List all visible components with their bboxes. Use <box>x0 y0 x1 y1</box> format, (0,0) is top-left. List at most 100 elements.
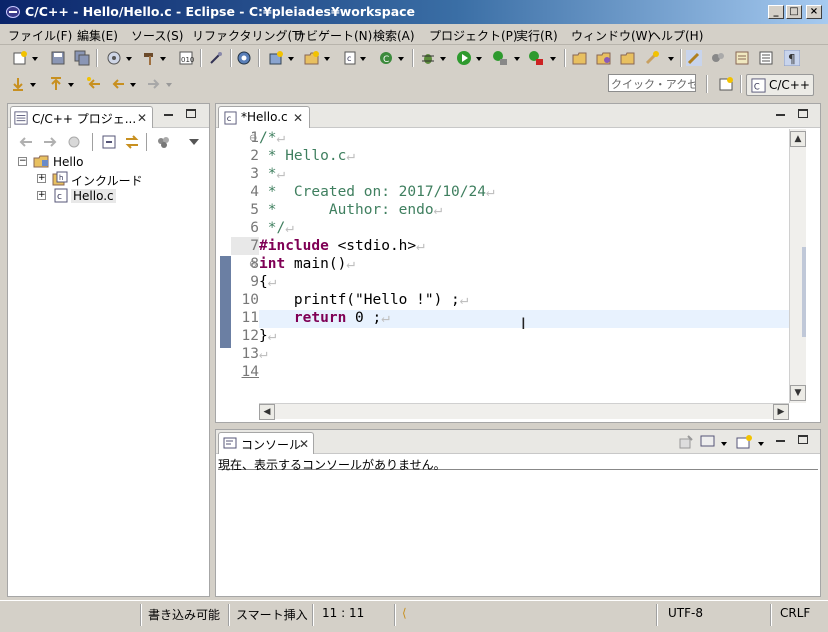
build-config-icon[interactable] <box>106 50 122 66</box>
new-icon[interactable] <box>12 50 28 66</box>
code-text-area[interactable]: /*↵ * Hello.c↵ *↵ * Created on: 2017/10/… <box>259 129 789 395</box>
highlight-pencil-icon[interactable] <box>686 50 702 66</box>
debug-dropdown-icon[interactable] <box>440 57 446 61</box>
minimize-view-icon[interactable] <box>776 114 785 116</box>
build-hammer-icon[interactable] <box>142 50 158 66</box>
menu-file[interactable]: ファイル(F) <box>8 27 72 44</box>
back-icon[interactable] <box>18 135 34 149</box>
open-perspective-icon[interactable] <box>718 76 734 92</box>
maximize-view-icon[interactable] <box>186 109 196 118</box>
open-console-dropdown-icon[interactable] <box>758 442 764 446</box>
display-console-dropdown-icon[interactable] <box>721 442 727 446</box>
next-annotation-dropdown-icon[interactable] <box>30 83 36 87</box>
new-folder-icon[interactable] <box>304 50 320 66</box>
editor-body[interactable]: 1 2 3 4 5 6 7 8 9 10 11 12 13 14 ⊖ ⊖ /*↵… <box>217 129 819 421</box>
back-dropdown-icon[interactable] <box>130 83 136 87</box>
debug-bug-icon[interactable] <box>420 50 436 66</box>
editor-horizontal-scrollbar[interactable]: ◀ ▶ <box>259 403 789 420</box>
close-icon[interactable]: ✕ <box>299 437 309 451</box>
last-edit-icon[interactable] <box>86 76 102 92</box>
search-torch-icon[interactable] <box>644 50 660 66</box>
display-console-icon[interactable] <box>700 435 716 449</box>
open-element-icon[interactable] <box>596 50 612 66</box>
minimize-view-icon[interactable] <box>164 114 173 116</box>
menu-project[interactable]: プロジェクト(P) <box>429 27 518 44</box>
minimize-button[interactable]: _ <box>768 5 784 19</box>
maximize-view-icon[interactable] <box>798 109 808 118</box>
perspective-cpp-button[interactable]: C C/C++ <box>746 74 814 96</box>
fold-collapse-icon[interactable]: ⊖ <box>249 133 257 144</box>
new-class-dropdown-icon[interactable] <box>398 57 404 61</box>
maximize-view-icon[interactable] <box>798 435 808 444</box>
open-type-icon[interactable] <box>572 50 588 66</box>
prev-annotation-dropdown-icon[interactable] <box>68 83 74 87</box>
profile-dropdown-icon[interactable] <box>514 57 520 61</box>
menu-run[interactable]: 実行(R) <box>516 27 558 44</box>
link-editor-icon[interactable] <box>710 50 726 66</box>
menu-window[interactable]: ウィンドウ(W) <box>571 27 652 44</box>
new-source-icon[interactable]: c <box>342 50 358 66</box>
binary-icon[interactable]: 010 <box>178 50 194 66</box>
expand-icon[interactable]: + <box>37 174 46 183</box>
menu-edit[interactable]: 編集(E) <box>77 27 118 44</box>
pin-console-icon[interactable] <box>678 435 694 449</box>
run-icon[interactable] <box>456 50 472 66</box>
collapse-icon[interactable]: − <box>18 157 27 166</box>
scroll-left-icon[interactable]: ◀ <box>259 404 275 420</box>
block-selection-icon[interactable] <box>758 50 774 66</box>
link-with-editor-icon[interactable] <box>124 135 140 149</box>
quick-access-field[interactable]: クイック・アクセス <box>608 74 696 92</box>
show-whitespace-icon[interactable]: ¶ <box>784 50 800 66</box>
menu-navigate[interactable]: ナビゲート(N) <box>294 27 372 44</box>
annotation-icon[interactable] <box>734 50 750 66</box>
scroll-right-icon[interactable]: ▶ <box>773 404 789 420</box>
open-console-icon[interactable] <box>736 435 752 449</box>
view-menu-icon[interactable] <box>189 139 199 145</box>
scroll-down-icon[interactable]: ▼ <box>790 385 806 401</box>
menu-help[interactable]: ヘルプ(H) <box>649 27 703 44</box>
scroll-thumb[interactable] <box>802 247 806 337</box>
save-icon[interactable] <box>50 50 66 66</box>
settings-gear-icon[interactable] <box>236 50 252 66</box>
tab-hello-c[interactable]: c *Hello.c ✕ <box>218 106 310 128</box>
tree-item-hello-c[interactable]: + c Hello.c <box>16 188 196 205</box>
tree-item-hello[interactable]: − Hello <box>16 154 196 171</box>
run-dropdown-icon[interactable] <box>476 57 482 61</box>
open-folder-icon[interactable] <box>620 50 636 66</box>
search-dropdown-icon[interactable] <box>668 57 674 61</box>
external-tools-dropdown-icon[interactable] <box>550 57 556 61</box>
new-dropdown-icon[interactable] <box>32 57 38 61</box>
forward-arrow-icon[interactable] <box>146 76 162 92</box>
new-class-icon[interactable]: C <box>378 50 394 66</box>
new-folder-dropdown-icon[interactable] <box>324 57 330 61</box>
forward-icon[interactable] <box>42 135 58 149</box>
build-dropdown-icon[interactable] <box>160 57 166 61</box>
editor-vertical-scrollbar[interactable]: ▲ ▼ <box>789 129 806 403</box>
new-project-dropdown-icon[interactable] <box>288 57 294 61</box>
back-arrow-icon[interactable] <box>110 76 126 92</box>
profile-icon[interactable] <box>492 50 508 66</box>
collapse-all-icon[interactable] <box>102 135 116 149</box>
menu-source[interactable]: ソース(S) <box>131 27 183 44</box>
close-button[interactable]: × <box>806 5 822 19</box>
forward-dropdown-icon[interactable] <box>166 83 172 87</box>
prev-annotation-icon[interactable] <box>48 76 64 92</box>
next-annotation-icon[interactable] <box>10 76 26 92</box>
menu-search[interactable]: 検索(A) <box>373 27 415 44</box>
external-tools-icon[interactable] <box>528 50 544 66</box>
toggle-mark-icon[interactable] <box>208 50 224 66</box>
save-all-icon[interactable] <box>74 50 90 66</box>
up-icon[interactable] <box>66 135 82 149</box>
tab-project-explorer[interactable]: C/C++ プロジェ... ✕ <box>10 106 153 128</box>
scroll-up-icon[interactable]: ▲ <box>790 131 806 147</box>
new-source-dropdown-icon[interactable] <box>360 57 366 61</box>
status-insert-mode[interactable]: スマート挿入 <box>236 606 308 623</box>
expand-icon[interactable]: + <box>37 191 46 200</box>
close-icon[interactable]: ✕ <box>137 111 147 125</box>
close-icon[interactable]: ✕ <box>293 111 303 125</box>
fold-collapse-icon[interactable]: ⊖ <box>249 259 257 270</box>
maximize-button[interactable]: □ <box>786 5 802 19</box>
tab-console[interactable]: コンソール ✕ <box>218 432 314 454</box>
tree-item-includes[interactable]: + h インクルード <box>16 171 196 188</box>
filters-icon[interactable] <box>156 135 172 149</box>
